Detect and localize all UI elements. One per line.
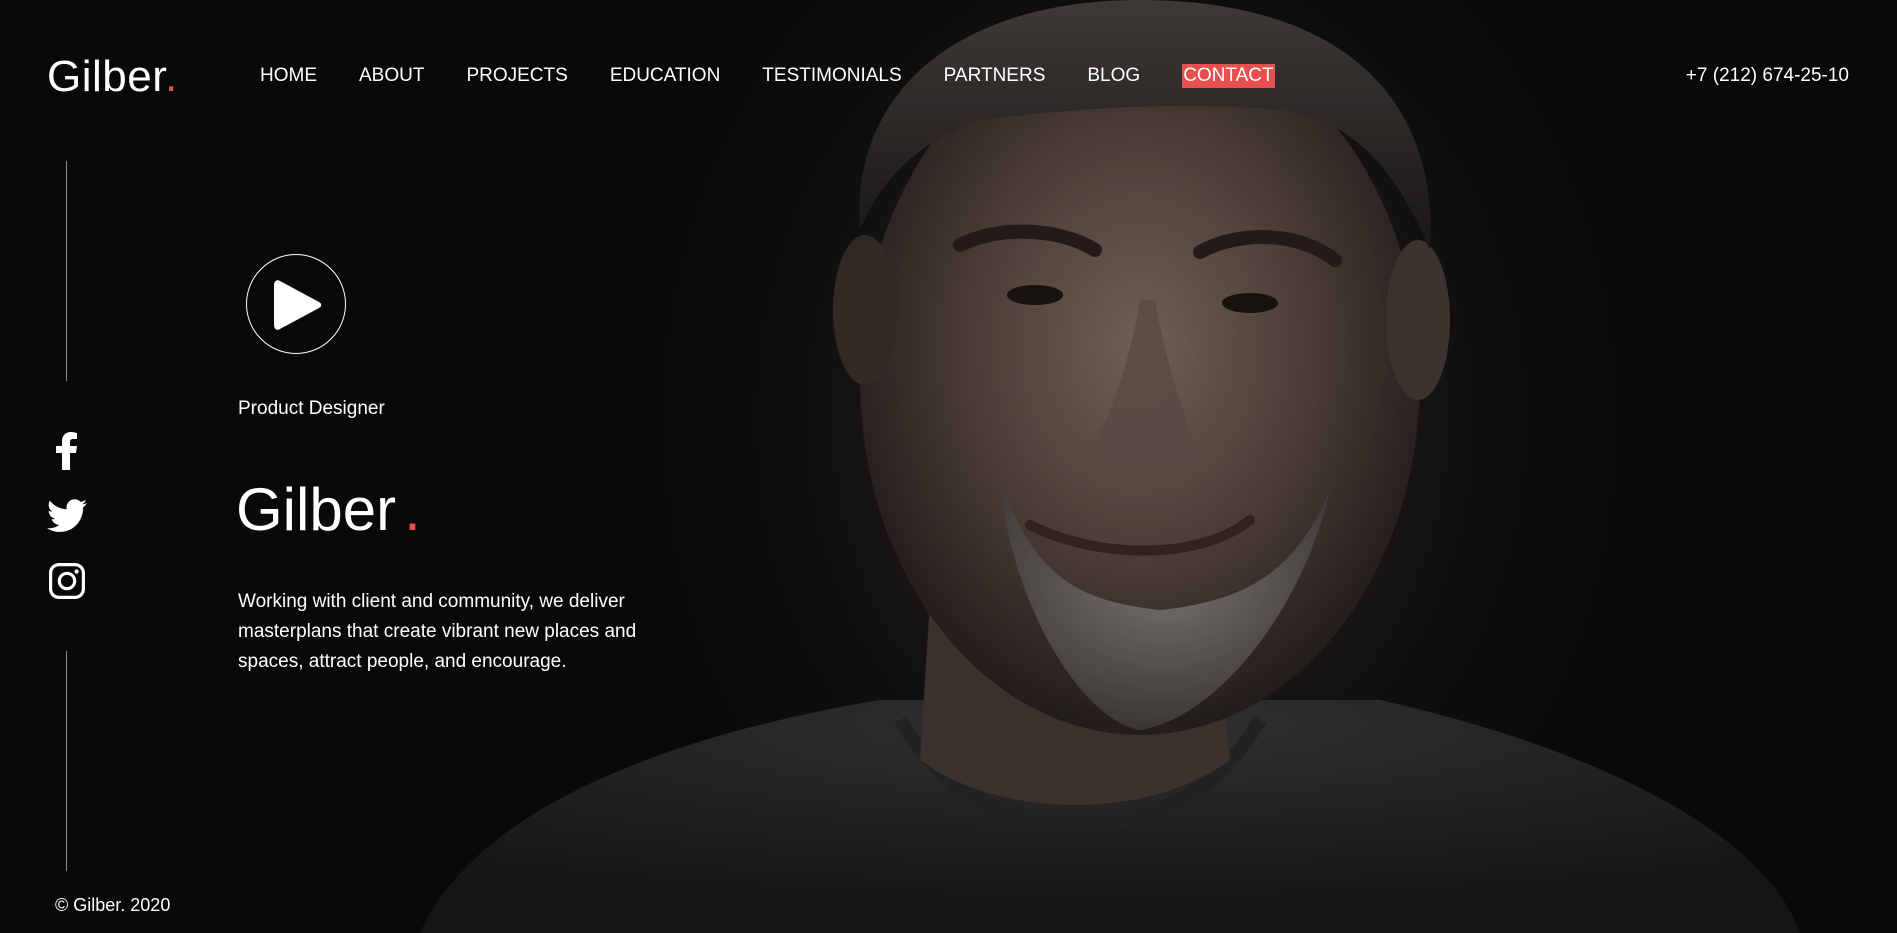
nav-education[interactable]: EDUCATION <box>610 64 720 88</box>
brand-logo[interactable]: Gilber. <box>47 52 178 102</box>
phone-number[interactable]: +7 (212) 674-25-10 <box>1686 64 1849 88</box>
hero-name-text: Gilber <box>236 476 397 543</box>
nav-projects[interactable]: PROJECTS <box>466 64 567 88</box>
hero-section: Gilber. HOME ABOUT PROJECTS EDUCATION TE… <box>0 0 1897 933</box>
nav-about[interactable]: ABOUT <box>359 64 424 88</box>
nav-testimonials[interactable]: TESTIMONIALS <box>762 64 901 88</box>
play-video-button[interactable] <box>246 254 346 354</box>
divider-line-top <box>66 161 67 381</box>
twitter-icon[interactable] <box>47 496 87 536</box>
nav-contact[interactable]: CONTACT <box>1182 64 1275 88</box>
copyright: © Gilber. 2020 <box>55 895 171 915</box>
instagram-icon[interactable] <box>47 561 87 601</box>
hero-description: Working with client and community, we de… <box>238 591 637 672</box>
brand-dot: . <box>164 52 178 101</box>
hero-name-dot: . <box>404 476 421 543</box>
nav-blog[interactable]: BLOG <box>1087 64 1140 88</box>
main-nav: HOME ABOUT PROJECTS EDUCATION TESTIMONIA… <box>260 64 1317 88</box>
brand-name: Gilber <box>47 52 165 101</box>
nav-home[interactable]: HOME <box>260 64 317 88</box>
play-icon <box>274 280 322 330</box>
divider-line-bottom <box>66 651 67 871</box>
hero-title: Gilber. <box>236 472 421 548</box>
portrait-image <box>0 0 1897 933</box>
nav-partners[interactable]: PARTNERS <box>944 64 1046 88</box>
hero-role: Product Designer <box>238 398 385 419</box>
facebook-icon[interactable] <box>47 431 87 471</box>
